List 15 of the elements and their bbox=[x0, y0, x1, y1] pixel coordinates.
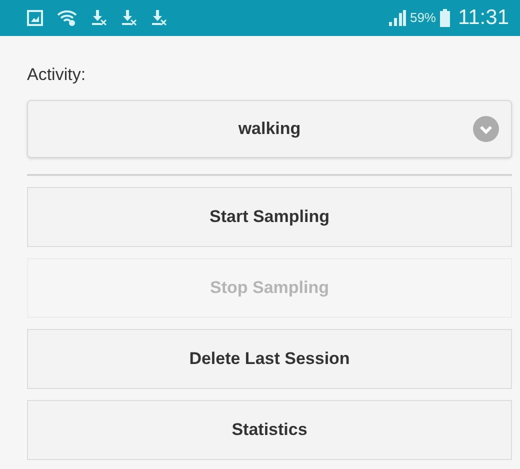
signal-icon bbox=[388, 10, 406, 26]
clock: 11:31 bbox=[458, 5, 509, 32]
action-button[interactable]: Statistics bbox=[27, 400, 512, 460]
wifi-icon bbox=[57, 9, 77, 27]
image-icon bbox=[27, 10, 43, 26]
download-error-icon bbox=[151, 9, 167, 27]
action-button[interactable]: Start Sampling bbox=[27, 186, 512, 246]
activity-dropdown[interactable]: walking bbox=[27, 100, 512, 158]
action-button[interactable]: Delete Last Session bbox=[27, 328, 512, 388]
download-error-icon bbox=[121, 9, 137, 27]
download-error-icon bbox=[91, 9, 107, 27]
battery-icon bbox=[440, 9, 450, 27]
battery-percent: 59% bbox=[410, 9, 436, 28]
activity-label: Activity: bbox=[27, 64, 87, 86]
chevron-down-icon bbox=[473, 116, 499, 142]
